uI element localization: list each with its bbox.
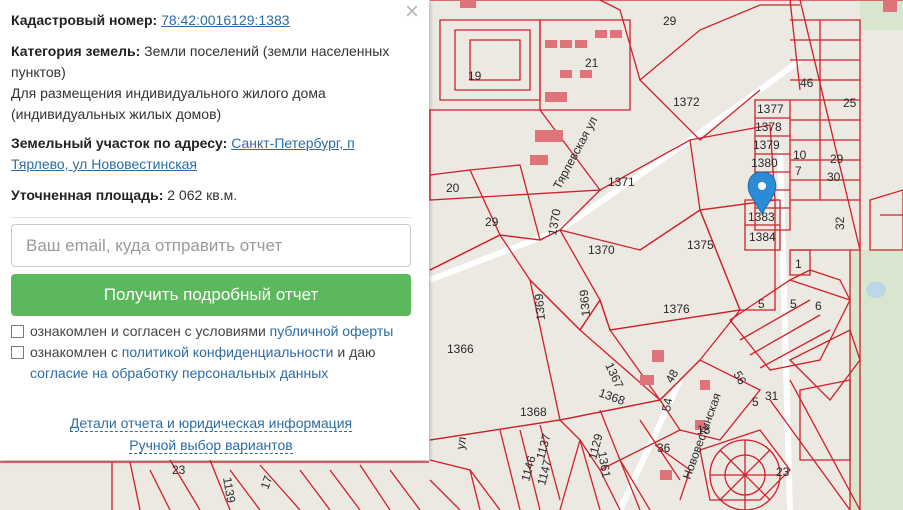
parcel-label: 20 [446, 181, 460, 195]
area-row: Уточненная площадь: 2 062 кв.м. [11, 185, 411, 206]
cadastral-number-link[interactable]: 78:42:0016129:1383 [161, 12, 289, 28]
get-report-button[interactable]: Получить подробный отчет [11, 274, 411, 316]
cadastral-label: Кадастровый номер: [11, 12, 158, 28]
parcel-label: 19 [468, 69, 482, 83]
privacy-policy-link[interactable]: политикой конфиденциальности [122, 344, 334, 360]
close-icon[interactable]: × [405, 0, 419, 24]
parcel-label: 23 [776, 465, 790, 479]
usage-value: Для размещения индивидуального жилого до… [11, 85, 326, 122]
parcel-label: 36 [657, 441, 671, 455]
parcel-label: 1368 [520, 405, 547, 419]
public-offer-link[interactable]: публичной оферты [270, 323, 394, 339]
parcel-label: 6 [815, 299, 822, 313]
parcel-label: 5 [752, 395, 759, 409]
data-processing-consent-link[interactable]: согласие на обработку персональных данны… [30, 365, 328, 381]
parcel-label: 32 [833, 216, 847, 230]
parcel-label: 1 [795, 257, 802, 271]
area-value: 2 062 кв.м. [167, 187, 238, 203]
report-details-link[interactable]: Детали отчета и юридическая информация [69, 415, 353, 432]
parcel-label: 54 [659, 397, 675, 413]
parcel-label: 1376 [663, 302, 690, 316]
address-row: Земельный участок по адресу: Санкт-Петер… [11, 133, 411, 175]
parcel-label: 1370 [588, 243, 615, 257]
parcel-label: 29 [663, 14, 677, 28]
parcel-label: 1375 [687, 238, 714, 252]
parcel-label: 1380 [751, 156, 778, 170]
parcel-label: 46 [800, 76, 814, 90]
offer-consent-text: ознакомлен и согласен с условиями публич… [30, 323, 394, 339]
offer-consent-row: ознакомлен и согласен с условиями публич… [11, 321, 411, 342]
parcel-label: 5 [758, 297, 765, 311]
parcel-info-panel: × Кадастровый номер: 78:42:0016129:1383 … [0, 0, 429, 460]
panel-footer: Детали отчета и юридическая информация Р… [11, 412, 411, 456]
divider [11, 217, 411, 218]
parcel-label: 1369 [532, 293, 548, 321]
cadastral-row: Кадастровый номер: 78:42:0016129:1383 [11, 10, 411, 31]
email-input[interactable] [11, 224, 411, 267]
parcel-label: 1366 [447, 342, 474, 356]
parcel-label: 25 [843, 96, 857, 110]
parcel-label: 23 [172, 463, 186, 477]
privacy-consent-row: ознакомлен с политикой конфиденциальност… [11, 342, 411, 384]
parcel-label: 18 [697, 423, 711, 437]
category-row: Категория земель: Земли поселений (земли… [11, 41, 411, 125]
address-label: Земельный участок по адресу: [11, 135, 228, 151]
category-label: Категория земель: [11, 43, 141, 59]
parcel-label: 1372 [673, 95, 700, 109]
parcel-label: 31 [765, 389, 779, 403]
parcel-label: 21 [585, 56, 599, 70]
manual-selection-link[interactable]: Ручной выбор вариантов [129, 437, 293, 454]
parcel-label: 1369 [577, 289, 593, 317]
privacy-consent-checkbox[interactable] [11, 346, 24, 359]
parcel-label: 30 [827, 170, 841, 184]
parcel-label: 29 [830, 152, 844, 166]
area-label: Уточненная площадь: [11, 187, 164, 203]
offer-consent-checkbox[interactable] [11, 325, 24, 338]
parcel-label: 5 [790, 297, 797, 311]
parcel-label: 1379 [753, 138, 780, 152]
street-label: ул [453, 436, 469, 451]
parcel-label: 7 [795, 164, 802, 178]
parcel-label: 10 [793, 148, 807, 162]
parcel-label: 1371 [608, 175, 635, 189]
parcel-label: 1377 [757, 102, 784, 116]
parcel-label: 1378 [755, 120, 782, 134]
privacy-consent-text: ознакомлен с политикой конфиденциальност… [30, 344, 376, 381]
parcel-label: 29 [485, 215, 499, 229]
parcel-label: 1384 [749, 230, 776, 244]
